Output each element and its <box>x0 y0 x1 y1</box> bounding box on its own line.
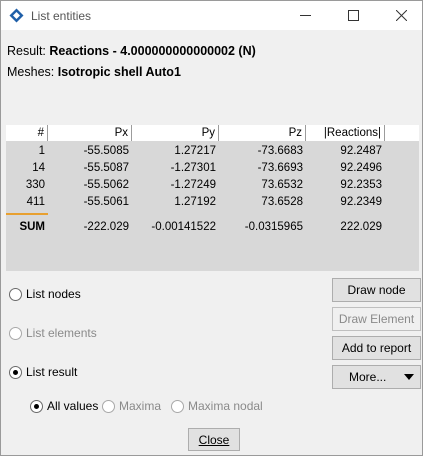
sum-label: SUM <box>19 221 45 233</box>
maxima-nodal-radio[interactable]: Maxima nodal <box>171 399 263 413</box>
cell-px: -55.5087 <box>83 162 129 174</box>
maximize-button[interactable] <box>330 1 376 30</box>
cell-id: 330 <box>25 179 45 191</box>
cell-id: 14 <box>32 162 45 174</box>
cell-reactions: 92.2349 <box>340 196 382 208</box>
result-name: Reactions <box>49 44 110 58</box>
cell-reactions: 92.2353 <box>340 179 382 191</box>
cell-reactions: 92.2496 <box>340 162 382 174</box>
diamond-app-icon <box>9 8 24 23</box>
cell-pz: -73.6683 <box>257 145 303 157</box>
minimize-icon <box>299 15 311 16</box>
list-result-label: List result <box>26 365 78 379</box>
all-values-radio[interactable]: All values <box>30 399 98 413</box>
chevron-down-icon <box>404 374 414 380</box>
more-dropdown-button[interactable]: More... <box>332 365 421 389</box>
radio-unchecked-icon <box>171 399 184 413</box>
list-result-radio[interactable]: List result <box>9 365 77 379</box>
window-title: List entities <box>31 9 92 23</box>
column-header-id[interactable]: # <box>6 125 48 141</box>
cell-px: -55.5085 <box>83 145 129 157</box>
sum-px: -222.029 <box>83 221 129 233</box>
maxima-radio[interactable]: Maxima <box>102 399 161 413</box>
cell-reactions: 92.2487 <box>340 145 382 157</box>
result-info: Result: Reactions - 4.000000000000002 (N… <box>7 41 256 83</box>
radio-unchecked-icon <box>9 287 22 301</box>
list-nodes-radio[interactable]: List nodes <box>9 287 81 301</box>
cell-py: -1.27249 <box>170 179 216 191</box>
cell-id: 411 <box>26 196 45 208</box>
sum-py: -0.00141522 <box>151 221 216 233</box>
result-value: - 4.000000000000002 (N) <box>109 44 256 58</box>
sum-pz: -0.0315965 <box>244 221 303 233</box>
maximize-icon <box>347 10 359 21</box>
list-elements-label: List elements <box>26 326 97 340</box>
more-label: More... <box>349 370 387 384</box>
cell-py: -1.27301 <box>170 162 216 174</box>
sum-reactions: 222.029 <box>340 221 382 233</box>
cell-pz: -73.6693 <box>257 162 303 174</box>
result-line: Result: Reactions - 4.000000000000002 (N… <box>7 41 256 62</box>
cell-px: -55.5061 <box>83 196 129 208</box>
draw-element-button[interactable]: Draw Element <box>332 307 421 331</box>
column-header-px[interactable]: Px <box>48 125 132 141</box>
radio-unchecked-icon <box>9 326 22 340</box>
list-nodes-label: List nodes <box>26 287 81 301</box>
all-values-label: All values <box>47 399 99 413</box>
meshes-label: Meshes: <box>7 65 55 79</box>
meshes-value: Isotropic shell Auto1 <box>57 65 181 79</box>
maxima-nodal-label: Maxima nodal <box>188 399 263 413</box>
meshes-line: Meshes: Isotropic shell Auto1 <box>7 62 256 83</box>
draw-node-button[interactable]: Draw node <box>332 278 421 302</box>
close-window-button[interactable] <box>378 1 423 30</box>
list-entities-window: List entities Result: Reactions - 4.0000… <box>0 0 423 456</box>
cell-py: 1.27192 <box>174 196 216 208</box>
list-elements-radio[interactable]: List elements <box>9 326 97 340</box>
column-header-pz[interactable]: Pz <box>219 125 306 141</box>
cell-pz: 73.6528 <box>261 196 303 208</box>
title-bar[interactable]: List entities <box>1 1 422 30</box>
close-icon <box>395 10 407 21</box>
column-header-reactions[interactable]: |Reactions| <box>306 125 385 141</box>
radio-unchecked-icon <box>102 399 115 413</box>
cell-pz: 73.6532 <box>261 179 303 191</box>
radio-checked-icon <box>30 399 43 413</box>
row-separator-marker <box>6 213 48 215</box>
close-button[interactable]: Close <box>188 428 240 451</box>
results-table[interactable]: # Px Py Pz |Reactions| 1 -55.5085 1.2721… <box>6 125 419 271</box>
cell-id: 1 <box>38 145 45 157</box>
radio-checked-icon <box>9 365 22 379</box>
column-header-py[interactable]: Py <box>132 125 219 141</box>
cell-px: -55.5062 <box>83 179 129 191</box>
maxima-label: Maxima <box>119 399 162 413</box>
table-header: # Px Py Pz |Reactions| <box>6 125 419 141</box>
add-to-report-button[interactable]: Add to report <box>332 336 421 360</box>
minimize-button[interactable] <box>282 1 328 30</box>
cell-py: 1.27217 <box>174 145 216 157</box>
result-label: Result: <box>7 44 46 58</box>
